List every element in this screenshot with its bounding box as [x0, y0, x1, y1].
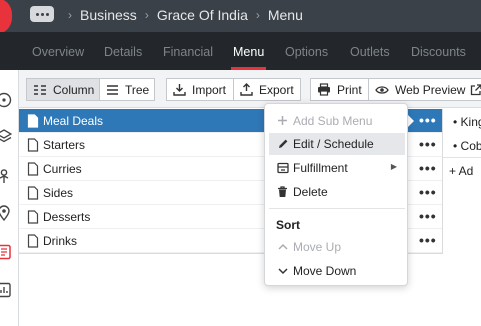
column-view-icon: [33, 84, 47, 96]
printer-icon: [317, 83, 331, 96]
print-label: Print: [337, 82, 362, 97]
tree-view-button[interactable]: Tree: [99, 78, 155, 101]
web-preview-button[interactable]: Web Preview: [368, 78, 481, 101]
import-button[interactable]: Import: [166, 78, 234, 101]
file-icon: [27, 234, 39, 248]
menu-item-move-down[interactable]: Move Down: [269, 260, 405, 282]
context-menu-pointer: [407, 114, 414, 128]
pencil-icon: [276, 137, 289, 150]
top-bar: › Business › Grace Of India › Menu: [0, 0, 481, 32]
submenu-arrow-icon: ▶: [390, 162, 397, 171]
tab-details[interactable]: Details: [104, 32, 142, 70]
breadcrumb: › Business › Grace Of India › Menu: [60, 0, 303, 30]
more-options-icon[interactable]: •••: [419, 136, 437, 152]
menu-book-icon[interactable]: [0, 244, 12, 260]
external-link-icon: [470, 83, 481, 96]
menu-item-label: Add Sub Menu: [293, 114, 373, 128]
import-label: Import: [192, 82, 227, 97]
column-view-button[interactable]: Column: [26, 78, 100, 101]
list-item-label: Sides: [43, 186, 74, 200]
toolbar: Column Tree Import Export Print Web Prev…: [19, 70, 481, 108]
tab-bar: Overview Details Financial Menu Options …: [0, 32, 481, 70]
submenu-item[interactable]: • King: [453, 115, 481, 129]
menu-item-label: Delete: [293, 185, 328, 199]
list-item-label: Starters: [43, 138, 86, 152]
left-icon-rail: [0, 70, 19, 326]
export-button[interactable]: Export: [233, 78, 301, 101]
plus-icon: [276, 114, 289, 127]
breadcrumb-grace-of-india[interactable]: Grace Of India: [157, 7, 248, 23]
menu-item-fulfillment[interactable]: Fulfillment ▶: [269, 157, 405, 179]
print-button[interactable]: Print: [310, 78, 369, 101]
more-options-icon[interactable]: •••: [419, 184, 437, 200]
trash-icon: [276, 185, 289, 198]
layers-icon[interactable]: [0, 128, 12, 144]
file-icon: [27, 210, 39, 224]
menu-separator: [269, 208, 405, 209]
file-icon: [27, 186, 39, 200]
sort-heading: Sort: [276, 218, 300, 232]
context-menu: Add Sub Menu Edit / Schedule Fulfillment…: [264, 103, 408, 286]
breadcrumb-separator: ›: [255, 8, 260, 22]
dashboard-icon[interactable]: [0, 92, 12, 108]
list-item-label: Desserts: [43, 210, 91, 224]
more-options-icon[interactable]: •••: [419, 160, 437, 176]
column-view-label: Column: [53, 82, 95, 97]
menu-item-label: Move Down: [293, 264, 357, 278]
submenu-column: • King • Cob + Ad: [443, 109, 481, 189]
file-icon: [27, 138, 39, 152]
export-label: Export: [259, 82, 294, 97]
list-item-label: Meal Deals: [43, 114, 104, 128]
location-icon[interactable]: [0, 205, 12, 221]
menu-item-move-up[interactable]: Move Up: [269, 236, 405, 258]
upload-icon: [240, 83, 253, 96]
tab-outlets[interactable]: Outlets: [350, 32, 390, 70]
app-root: › Business › Grace Of India › Menu Overv…: [0, 0, 481, 326]
menu-item-label: Edit / Schedule: [293, 137, 374, 151]
list-icon: [106, 84, 119, 96]
web-preview-label: Web Preview: [395, 82, 466, 97]
breadcrumb-separator: ›: [68, 8, 72, 22]
tab-overview[interactable]: Overview: [32, 32, 84, 70]
tree-view-label: Tree: [125, 82, 150, 97]
add-item-button[interactable]: + Ad: [449, 164, 473, 178]
tab-financial[interactable]: Financial: [163, 32, 213, 70]
more-options-icon[interactable]: •••: [419, 112, 437, 128]
breadcrumb-separator: ›: [144, 8, 149, 22]
report-icon[interactable]: [0, 282, 12, 298]
submenu-divider: [443, 157, 481, 158]
fulfillment-icon: [276, 161, 289, 174]
menu-item-label: Move Up: [293, 240, 342, 254]
tab-options[interactable]: Options: [285, 32, 328, 70]
more-options-icon[interactable]: •••: [419, 232, 437, 248]
more-options-icon[interactable]: •••: [419, 208, 437, 224]
tab-discounts[interactable]: Discounts: [411, 32, 466, 70]
chevron-up-icon: [276, 240, 289, 253]
chevron-down-icon: [276, 264, 289, 277]
menu-item-add-sub-menu[interactable]: Add Sub Menu: [269, 110, 405, 132]
tab-menu[interactable]: Menu: [230, 32, 267, 70]
brand-corner: [0, 0, 18, 32]
submenu-item[interactable]: • Cob: [453, 139, 481, 153]
file-icon: [27, 162, 39, 176]
person-icon[interactable]: [0, 168, 12, 184]
menu-item-label: Fulfillment: [293, 161, 348, 175]
app-menu-icon[interactable]: [30, 6, 54, 22]
list-item-label: Drinks: [43, 234, 78, 248]
menu-item-delete[interactable]: Delete: [269, 181, 405, 203]
eye-icon: [375, 85, 389, 95]
breadcrumb-menu: Menu: [267, 7, 303, 23]
file-icon: [27, 114, 39, 128]
breadcrumb-business[interactable]: Business: [80, 7, 137, 23]
list-item-label: Curries: [43, 162, 82, 176]
download-icon: [173, 83, 186, 96]
menu-item-edit-schedule[interactable]: Edit / Schedule: [269, 133, 405, 155]
